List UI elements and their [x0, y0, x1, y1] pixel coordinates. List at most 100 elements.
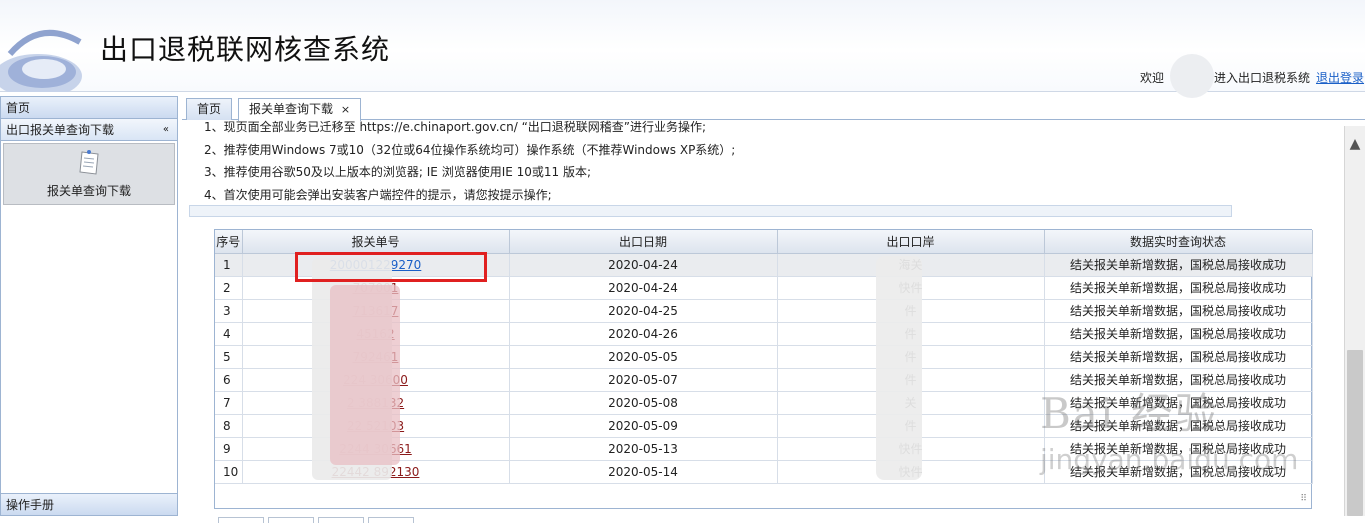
column-header-declaration[interactable]: 报关单号 [242, 230, 510, 254]
tab-home-label: 首页 [197, 102, 222, 116]
sidebar-section-declaration[interactable]: 出口报关单查询下载 « [1, 119, 177, 141]
cell-status: 结关报关单新增数据，国税总局接收成功 [1044, 276, 1313, 300]
query-panel-bar [189, 205, 1232, 217]
cell-declaration-number[interactable]: 713617 [242, 299, 510, 323]
cell-export-date: 2020-04-24 [509, 253, 778, 277]
cell-status: 结关报关单新增数据，国税总局接收成功 [1044, 368, 1313, 392]
cell-no: 9 [215, 437, 243, 461]
welcome-suffix: 进入出口退税系统 [1214, 71, 1311, 85]
cell-export-date: 2020-05-09 [509, 414, 778, 438]
pager-cell[interactable] [268, 517, 314, 523]
cell-declaration-number[interactable]: 707001 [242, 276, 510, 300]
close-icon[interactable]: × [341, 103, 350, 116]
tile-label: 报关单查询下载 [46, 184, 131, 198]
table-row[interactable]: 6 224 30600 2020-05-07 件结关报关单新增数据，国税总局接收成功 [215, 368, 1313, 392]
cell-no: 3 [215, 299, 243, 323]
table-row[interactable]: 5 792461 2020-05-05 件结关报关单新增数据，国税总局接收成功 [215, 345, 1313, 369]
cell-export-port: 件 [777, 345, 1045, 369]
resize-grip-icon[interactable]: ⠿ [1300, 494, 1307, 504]
cell-export-port: 快件 [777, 437, 1045, 461]
notice-item: 2、推荐使用Windows 7或10（32位或64位操作系统均可）操作系统（不推… [204, 142, 736, 157]
column-header-date[interactable]: 出口日期 [509, 230, 778, 254]
pager-cell[interactable] [368, 517, 414, 523]
pager [218, 512, 478, 523]
welcome-text: 欢迎 [1140, 71, 1165, 85]
cell-declaration-number[interactable]: 2 388132 [242, 391, 510, 415]
cell-declaration-number[interactable]: 22 52103 [242, 414, 510, 438]
declaration-link[interactable]: 792461 [353, 350, 399, 364]
declaration-link[interactable]: 707001 [353, 281, 399, 295]
notice-item: 3、推荐使用谷歌50及以上版本的浏览器; IE 浏览器使用IE 10或11 版本… [204, 165, 592, 179]
cell-export-port: 快件 [777, 460, 1045, 484]
declaration-link[interactable]: 2244 30661 [339, 442, 412, 456]
scroll-up-icon[interactable]: ▲ [1345, 134, 1365, 154]
cell-declaration-number[interactable]: 45162 [242, 322, 510, 346]
sidebar: 首页 出口报关单查询下载 « 报关单查询下载 操作手册 [0, 96, 178, 516]
column-header-no[interactable]: 序号 [215, 230, 243, 254]
notice-item: 1、现页面全部业务已迁移至 https://e.chinaport.gov.cn… [204, 120, 707, 134]
cell-export-date: 2020-05-08 [509, 391, 778, 415]
table-row[interactable]: 8 22 52103 2020-05-09 件结关报关单新增数据，国税总局接收成功 [215, 414, 1313, 438]
cell-export-port: 快件 [777, 276, 1045, 300]
table-row[interactable]: 1 200001229270 2020-04-24 海关 结关报关单新增数据，国税总局接… [215, 253, 1313, 277]
notice-list: 1、现页面全部业务已迁移至 https://e.chinaport.gov.cn… [204, 120, 736, 206]
declaration-table: 序号 报关单号 出口日期 出口口岸 数据实时查询状态 1 200001229270… [215, 230, 1313, 484]
cell-export-port: 件 [777, 322, 1045, 346]
scroll-thumb[interactable] [1347, 350, 1363, 516]
cell-export-port: 件 [777, 299, 1045, 323]
avatar [1170, 54, 1214, 98]
cell-declaration-number[interactable]: 224 30600 [242, 368, 510, 392]
table-row[interactable]: 7 2 388132 2020-05-08 关结关报关单新增数据，国税总局接收成功 [215, 391, 1313, 415]
declaration-grid: 序号 报关单号 出口日期 出口口岸 数据实时查询状态 1 200001229270… [214, 229, 1313, 509]
declaration-link[interactable]: 224 30600 [343, 373, 408, 387]
cell-status: 结关报关单新增数据，国税总局接收成功 [1044, 322, 1313, 346]
sidebar-item-home[interactable]: 首页 [1, 97, 177, 119]
cell-no: 10 [215, 460, 243, 484]
app-title: 出口退税联网核查系统 [100, 33, 391, 66]
column-header-port[interactable]: 出口口岸 [777, 230, 1045, 254]
declaration-link[interactable]: 200001229270 [330, 258, 422, 272]
declaration-link[interactable]: 2 388132 [347, 396, 404, 410]
cell-export-port: 海关 [777, 253, 1045, 277]
cell-status: 结关报关单新增数据，国税总局接收成功 [1044, 437, 1313, 461]
logo-icon [0, 29, 82, 92]
cell-export-date: 2020-05-07 [509, 368, 778, 392]
vertical-scrollbar[interactable]: ▲ [1344, 126, 1365, 516]
cell-export-date: 2020-05-14 [509, 460, 778, 484]
declaration-link[interactable]: 45162 [356, 327, 394, 341]
cell-declaration-number[interactable]: 792461 [242, 345, 510, 369]
cell-export-port: 件 [777, 368, 1045, 392]
cell-export-port: 关 [777, 391, 1045, 415]
cell-export-date: 2020-04-26 [509, 322, 778, 346]
app-header: 出口退税联网核查系统 欢迎 进入出口退税系统 退出登录 [0, 0, 1365, 98]
sidebar-item-manual[interactable]: 操作手册 [1, 493, 177, 515]
declaration-link[interactable]: 713617 [353, 304, 399, 318]
table-body: 1 200001229270 2020-04-24 海关 结关报关单新增数据，国税总局接… [215, 253, 1313, 484]
column-header-status[interactable]: 数据实时查询状态 [1044, 230, 1313, 254]
table-row[interactable]: 9 2244 30661 2020-05-13 快件 结关报关单新增数据，国税总局接收成… [215, 437, 1313, 461]
cell-declaration-number[interactable]: 2244 30661 [242, 437, 510, 461]
declaration-link[interactable]: 22442 892130 [332, 465, 420, 479]
table-row[interactable]: 2 707001 2020-04-24 快件 结关报关单新增数据，国税总局接收成功 [215, 276, 1313, 300]
cell-export-date: 2020-04-25 [509, 299, 778, 323]
collapse-up-icon[interactable]: « [163, 119, 169, 141]
cell-no: 2 [215, 276, 243, 300]
tab-download-label: 报关单查询下载 [249, 102, 334, 116]
declaration-link[interactable]: 22 52103 [347, 419, 404, 433]
pager-cell[interactable] [218, 517, 264, 523]
cell-status: 结关报关单新增数据，国税总局接收成功 [1044, 253, 1313, 277]
sidebar-tile-declaration-download[interactable]: 报关单查询下载 [3, 143, 175, 205]
cell-declaration-number[interactable]: 22442 892130 [242, 460, 510, 484]
logout-link[interactable]: 退出登录 [1316, 69, 1364, 86]
cell-declaration-number[interactable]: 200001229270 [242, 253, 510, 277]
sidebar-section-label: 出口报关单查询下载 [6, 123, 115, 137]
document-icon [79, 150, 99, 175]
table-row[interactable]: 3 713617 2020-04-25 件结关报关单新增数据，国税总局接收成功 [215, 299, 1313, 323]
table-row[interactable]: 4 45162 2020-04-26 件结关报关单新增数据，国税总局接收成功 [215, 322, 1313, 346]
cell-status: 结关报关单新增数据，国税总局接收成功 [1044, 391, 1313, 415]
cell-no: 8 [215, 414, 243, 438]
table-header-row: 序号 报关单号 出口日期 出口口岸 数据实时查询状态 [215, 230, 1313, 254]
cell-export-date: 2020-05-05 [509, 345, 778, 369]
table-row[interactable]: 10 22442 892130 2020-05-14 快件 结关报关单新增数据，国税总局… [215, 460, 1313, 484]
pager-cell[interactable] [318, 517, 364, 523]
